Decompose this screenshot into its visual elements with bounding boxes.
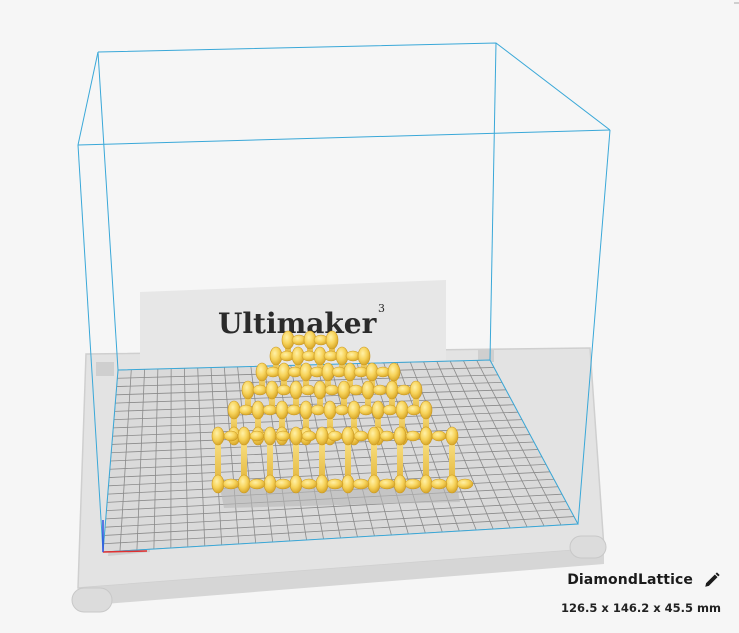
lattice-node <box>222 478 240 490</box>
lattice-node <box>249 430 265 442</box>
lattice-node <box>248 478 266 490</box>
lattice-node <box>337 380 351 400</box>
lattice-node <box>251 400 265 420</box>
lattice-node <box>404 478 422 490</box>
lattice-node <box>395 400 409 420</box>
lattice-node <box>353 430 369 442</box>
lattice-node <box>324 384 340 396</box>
lattice-node <box>387 362 401 382</box>
lattice-node <box>300 384 316 396</box>
lattice-node <box>275 430 291 442</box>
lattice-node <box>430 478 448 490</box>
edge-mark <box>734 2 739 4</box>
lattice-node <box>456 478 474 490</box>
lattice-node <box>252 384 268 396</box>
lattice-node <box>334 404 350 416</box>
lattice-node <box>326 478 344 490</box>
lattice-node <box>393 426 407 446</box>
lattice-node <box>419 474 433 494</box>
lattice-node <box>241 380 255 400</box>
lattice-node <box>382 404 398 416</box>
lattice-node <box>445 474 459 494</box>
lattice-node <box>299 400 313 420</box>
lattice-node <box>227 400 241 420</box>
lattice-node <box>238 404 254 416</box>
lattice-node <box>379 430 395 442</box>
lattice-node <box>325 330 339 350</box>
lattice-node <box>263 426 277 446</box>
lattice-node <box>300 478 318 490</box>
lattice-node <box>289 426 303 446</box>
lattice-node <box>393 474 407 494</box>
lattice-node <box>347 400 361 420</box>
lattice-node <box>371 400 385 420</box>
lattice-node <box>276 384 292 396</box>
lattice-node <box>372 384 388 396</box>
lattice-node <box>385 380 399 400</box>
lattice-node <box>431 430 447 442</box>
model-dimensions: 126.5 x 146.2 x 45.5 mm <box>561 601 721 615</box>
lattice-node <box>289 474 303 494</box>
lattice-node <box>211 426 225 446</box>
lattice-node <box>409 380 423 400</box>
lattice-node <box>274 478 292 490</box>
lattice-node <box>301 430 317 442</box>
lattice-node <box>367 426 381 446</box>
model-name: DiamondLattice <box>567 572 693 588</box>
lattice-node <box>361 380 375 400</box>
lattice-node <box>419 400 433 420</box>
lattice-node <box>445 426 459 446</box>
lattice-node <box>237 474 251 494</box>
lattice-node <box>348 384 364 396</box>
lattice-node <box>357 346 371 366</box>
lattice-node <box>378 478 396 490</box>
lattice-node <box>352 478 370 490</box>
lattice-node <box>289 380 303 400</box>
lattice-node <box>358 404 374 416</box>
lattice-node <box>275 400 289 420</box>
lattice-node <box>323 400 337 420</box>
lattice-node <box>310 404 326 416</box>
lattice-node <box>341 426 355 446</box>
lattice-node <box>341 474 355 494</box>
lattice-node <box>263 474 277 494</box>
3d-viewport[interactable]: Ultimaker 3 <box>0 0 739 633</box>
lattice-node <box>327 430 343 442</box>
lattice-node <box>262 404 278 416</box>
lattice-node <box>396 384 412 396</box>
lattice-node <box>405 430 421 442</box>
lattice-node <box>315 474 329 494</box>
lattice-node <box>367 474 381 494</box>
backdrop-superscript: 3 <box>378 302 385 315</box>
pencil-icon[interactable] <box>703 571 721 589</box>
lattice-node <box>237 426 251 446</box>
lattice-node <box>419 426 433 446</box>
lattice-node <box>315 426 329 446</box>
model-info-panel: DiamondLattice 126.5 x 146.2 x 45.5 mm <box>561 571 721 615</box>
lattice-node <box>265 380 279 400</box>
lattice-node <box>223 430 239 442</box>
lattice-node <box>286 404 302 416</box>
lattice-node <box>313 380 327 400</box>
lattice-node <box>406 404 422 416</box>
lattice-node <box>211 474 225 494</box>
